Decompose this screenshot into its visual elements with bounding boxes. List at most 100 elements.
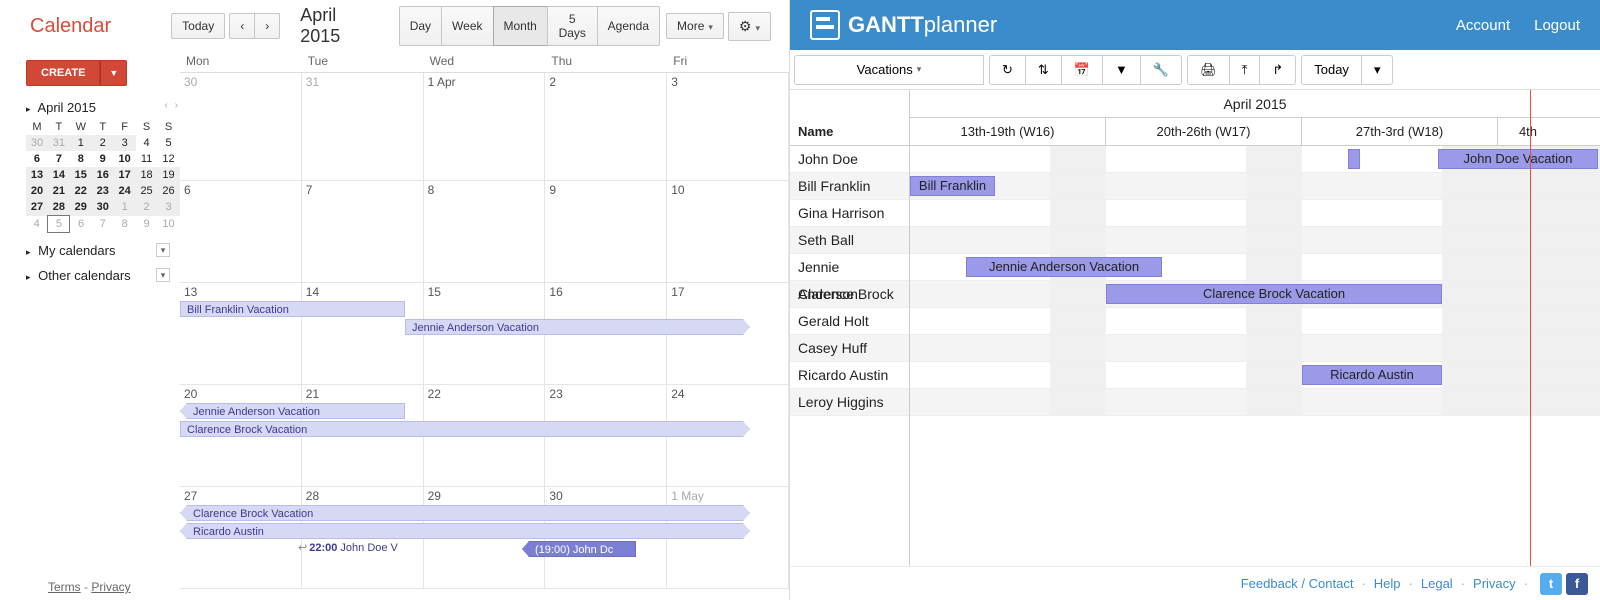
view-agenda[interactable]: Agenda (597, 6, 660, 46)
calendar-day-cell[interactable]: 2 (545, 73, 667, 180)
gantt-timeline-row[interactable]: John Doe Vacation (910, 146, 1600, 173)
mini-day[interactable]: 13 (26, 167, 48, 183)
calendar-event[interactable]: Bill Franklin Vacation (180, 301, 405, 317)
gantt-person-row[interactable]: Gerald Holt (790, 308, 909, 335)
other-calendars-toggle[interactable]: Other calendars ▾ (26, 268, 180, 283)
account-link[interactable]: Account (1456, 17, 1510, 34)
view-5days[interactable]: 5 Days (547, 6, 598, 46)
mini-day[interactable]: 3 (114, 135, 136, 151)
my-calendars-toggle[interactable]: My calendars ▾ (26, 243, 180, 258)
mini-day[interactable]: 15 (70, 167, 92, 183)
gantt-today-button[interactable]: Today (1301, 55, 1362, 85)
mini-day[interactable]: 10 (158, 216, 180, 233)
gantt-timeline-row[interactable] (910, 335, 1600, 362)
calendar-event[interactable]: (19:00) John Dc (522, 541, 636, 557)
mini-day[interactable]: 22 (70, 183, 92, 199)
gantt-bar[interactable]: John Doe Vacation (1438, 149, 1598, 169)
calendar-day-cell[interactable]: 13 (180, 283, 302, 384)
next-button[interactable]: › (254, 13, 280, 39)
logout-link[interactable]: Logout (1534, 17, 1580, 34)
gantt-bar[interactable]: Ricardo Austin (1302, 365, 1442, 385)
mini-day[interactable]: 9 (136, 216, 158, 233)
share-button[interactable]: ↱ (1259, 55, 1296, 85)
mini-day[interactable]: 5 (48, 216, 70, 233)
mini-day[interactable]: 1 (114, 199, 136, 216)
calendar-day-cell[interactable]: 9 (545, 181, 667, 282)
mini-day[interactable]: 30 (92, 199, 114, 216)
mini-day[interactable]: 28 (48, 199, 70, 216)
gantt-timeline-row[interactable]: Jennie Anderson Vacation (910, 254, 1600, 281)
mini-day[interactable]: 24 (114, 183, 136, 199)
gantt-timeline-row[interactable]: Clarence Brock Vacation (910, 281, 1600, 308)
mini-day[interactable]: 18 (136, 167, 158, 183)
settings-button[interactable]: 🔧 (1140, 55, 1182, 85)
mini-day[interactable]: 3 (158, 199, 180, 216)
twitter-icon[interactable]: t (1540, 573, 1562, 595)
calendar-day-cell[interactable]: 7 (302, 181, 424, 282)
gantt-person-row[interactable]: Casey Huff (790, 335, 909, 362)
calendar-day-cell[interactable]: 1 Apr (424, 73, 546, 180)
calendar-day-cell[interactable]: 31 (302, 73, 424, 180)
gantt-bar[interactable]: Jennie Anderson Vacation (966, 257, 1162, 277)
mini-day[interactable]: 26 (158, 183, 180, 199)
legal-link[interactable]: Legal (1421, 576, 1453, 591)
gantt-person-row[interactable]: Jennie Anderson (790, 254, 909, 281)
gantt-person-row[interactable]: Ricardo Austin (790, 362, 909, 389)
mini-month-title[interactable]: April 2015 ‹ › (26, 100, 180, 115)
mini-day[interactable]: 23 (92, 183, 114, 199)
gantt-timeline-row[interactable] (910, 200, 1600, 227)
calendar-event[interactable]: Ricardo Austin (180, 523, 750, 539)
mini-day[interactable]: 17 (114, 167, 136, 183)
mini-day[interactable]: 25 (136, 183, 158, 199)
refresh-button[interactable]: ↻ (989, 55, 1026, 85)
mini-day[interactable]: 30 (26, 135, 48, 151)
gantt-bar[interactable]: Clarence Brock Vacation (1106, 284, 1442, 304)
mini-day[interactable]: 29 (70, 199, 92, 216)
mini-day[interactable]: 16 (92, 167, 114, 183)
calendar-event[interactable]: Clarence Brock Vacation (180, 505, 750, 521)
mini-day[interactable]: 10 (114, 151, 136, 167)
gantt-timeline[interactable]: April 2015 13th-19th (W16)20th-26th (W17… (910, 90, 1600, 566)
facebook-icon[interactable]: f (1566, 573, 1588, 595)
gantt-person-row[interactable]: Leroy Higgins (790, 389, 909, 416)
calendar-grid[interactable]: 30311 Apr236789101314151617Bill Franklin… (180, 73, 789, 589)
today-button[interactable]: Today (171, 13, 225, 39)
mini-day[interactable]: 6 (70, 216, 92, 233)
mini-day[interactable]: 4 (136, 135, 158, 151)
mini-day[interactable]: 8 (70, 151, 92, 167)
date-button[interactable]: 📅 (1061, 55, 1103, 85)
terms-link[interactable]: Terms (48, 580, 81, 594)
calendar-day-cell[interactable]: 10 (667, 181, 789, 282)
privacy-link[interactable]: Privacy (91, 580, 130, 594)
gantt-bar[interactable] (1348, 149, 1360, 169)
mini-day[interactable]: 11 (136, 151, 158, 167)
gantt-person-row[interactable]: Gina Harrison (790, 200, 909, 227)
mini-day[interactable]: 5 (158, 135, 180, 151)
project-dropdown[interactable]: Vacations (794, 55, 984, 85)
feedback-link[interactable]: Feedback / Contact (1241, 576, 1354, 591)
gantt-person-row[interactable]: Seth Ball (790, 227, 909, 254)
calendar-event[interactable]: Jennie Anderson Vacation (405, 319, 750, 335)
chevron-down-icon[interactable]: ▾ (156, 243, 170, 257)
view-week[interactable]: Week (441, 6, 493, 46)
mini-next[interactable]: › (173, 100, 180, 111)
mini-prev[interactable]: ‹ (163, 100, 170, 111)
sort-button[interactable]: ⇅ (1025, 55, 1062, 85)
print-button[interactable]: 🖨 (1187, 55, 1230, 85)
calendar-day-cell[interactable]: 3 (667, 73, 789, 180)
gantt-timeline-row[interactable] (910, 308, 1600, 335)
settings-button[interactable] (728, 12, 771, 41)
mini-day[interactable]: 19 (158, 167, 180, 183)
gantt-today-dropdown[interactable]: ▾ (1361, 55, 1394, 85)
help-link[interactable]: Help (1374, 576, 1401, 591)
mini-day[interactable]: 2 (92, 135, 114, 151)
prev-button[interactable]: ‹ (229, 13, 255, 39)
create-dropdown[interactable]: ▼ (100, 60, 127, 86)
calendar-event[interactable]: Clarence Brock Vacation (180, 421, 750, 437)
mini-day[interactable]: 2 (136, 199, 158, 216)
mini-day[interactable]: 20 (26, 183, 48, 199)
mini-day[interactable]: 8 (114, 216, 136, 233)
privacy-link[interactable]: Privacy (1473, 576, 1516, 591)
calendar-event[interactable]: Jennie Anderson Vacation (180, 403, 405, 419)
more-button[interactable]: More (666, 13, 724, 39)
